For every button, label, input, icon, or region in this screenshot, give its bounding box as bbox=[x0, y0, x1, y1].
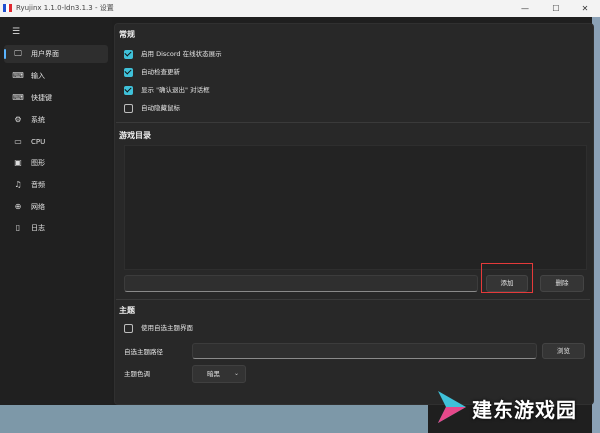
hamburger-menu-icon[interactable]: ☰ bbox=[12, 27, 22, 37]
hide-cursor-label: 自动隐藏鼠标 bbox=[141, 104, 180, 112]
section-divider bbox=[116, 299, 590, 300]
theme-color-dropdown[interactable]: 暗黑 ⌄ bbox=[192, 365, 246, 383]
sidebar-item-label: 输入 bbox=[31, 72, 45, 80]
check-updates-checkbox[interactable] bbox=[124, 68, 133, 77]
discord-presence-label: 启用 Discord 在线状态展示 bbox=[141, 50, 222, 58]
sidebar-item-graphics[interactable]: ▣ 图形 bbox=[4, 154, 108, 172]
sidebar: ☰ 🖵 用户界面 ⌨ 输入 ⌨ 快捷键 ⚙ 系统 ▭ CPU ▣ 图形 ♫ 音频… bbox=[0, 17, 112, 433]
sidebar-item-label: 音频 bbox=[31, 181, 45, 189]
maximize-button[interactable]: ☐ bbox=[541, 0, 571, 17]
cpu-icon: ▭ bbox=[14, 137, 22, 146]
general-section-title: 常规 bbox=[119, 30, 135, 39]
sidebar-item-network[interactable]: ⊕ 网络 bbox=[4, 198, 108, 216]
active-indicator bbox=[4, 49, 6, 59]
discord-presence-checkbox[interactable] bbox=[124, 50, 133, 59]
custom-theme-label: 使用自选主题界面 bbox=[141, 324, 193, 332]
check-updates-label: 自动检查更新 bbox=[141, 68, 180, 76]
game-dirs-section-title: 游戏目录 bbox=[119, 131, 151, 140]
globe-icon: ⊕ bbox=[14, 202, 22, 211]
sidebar-item-label: 用户界面 bbox=[31, 50, 59, 58]
confirm-exit-checkbox[interactable] bbox=[124, 86, 133, 95]
annotation-highlight-box bbox=[481, 263, 533, 293]
image-icon: ▣ bbox=[14, 158, 22, 167]
sidebar-item-cpu[interactable]: ▭ CPU bbox=[4, 133, 108, 151]
window-title: Ryujinx 1.1.0-ldn3.1.3 - 设置 bbox=[16, 4, 114, 12]
gamepad-icon: ⌨ bbox=[12, 71, 24, 80]
theme-section-title: 主题 bbox=[119, 306, 135, 315]
custom-theme-path-input[interactable] bbox=[192, 343, 537, 359]
close-button[interactable]: ✕ bbox=[570, 0, 600, 17]
theme-color-value: 暗黑 bbox=[207, 370, 220, 378]
sidebar-item-label: 日志 bbox=[31, 224, 45, 232]
game-dir-path-input[interactable] bbox=[124, 275, 478, 292]
sidebar-item-hotkeys[interactable]: ⌨ 快捷键 bbox=[4, 89, 108, 107]
section-divider bbox=[116, 122, 590, 123]
desktop-background bbox=[0, 405, 428, 433]
sidebar-item-label: 网络 bbox=[31, 203, 45, 211]
keyboard-icon: ⌨ bbox=[12, 93, 24, 102]
sidebar-item-label: 图形 bbox=[31, 159, 45, 167]
sidebar-item-system[interactable]: ⚙ 系统 bbox=[4, 111, 108, 129]
monitor-icon: 🖵 bbox=[14, 49, 22, 58]
game-dirs-list[interactable] bbox=[124, 145, 587, 270]
sidebar-item-label: CPU bbox=[31, 138, 46, 146]
hide-cursor-checkbox[interactable] bbox=[124, 104, 133, 113]
chevron-down-icon: ⌄ bbox=[233, 370, 239, 377]
theme-color-label: 主题色调 bbox=[124, 370, 150, 378]
title-bar: Ryujinx 1.1.0-ldn3.1.3 - 设置 — ☐ ✕ bbox=[0, 0, 600, 17]
watermark: 建东游戏园 bbox=[428, 382, 600, 433]
gear-icon: ⚙ bbox=[14, 115, 22, 124]
sidebar-item-audio[interactable]: ♫ 音频 bbox=[4, 176, 108, 194]
sidebar-item-label: 系统 bbox=[31, 116, 45, 124]
music-icon: ♫ bbox=[14, 180, 22, 189]
browse-button[interactable]: 浏览 bbox=[542, 343, 585, 359]
sidebar-item-user-interface[interactable]: 🖵 用户界面 bbox=[4, 45, 108, 63]
sidebar-item-logging[interactable]: ▯ 日志 bbox=[4, 219, 108, 237]
sidebar-item-label: 快捷键 bbox=[31, 94, 52, 102]
remove-dir-button[interactable]: 删除 bbox=[540, 275, 584, 292]
custom-theme-checkbox[interactable] bbox=[124, 324, 133, 333]
ryujinx-logo-icon bbox=[3, 4, 12, 12]
watermark-logo-icon bbox=[438, 391, 466, 423]
document-icon: ▯ bbox=[15, 223, 21, 232]
confirm-exit-label: 显示 "确认退出" 对话框 bbox=[141, 86, 210, 94]
minimize-button[interactable]: — bbox=[510, 0, 540, 17]
custom-theme-path-label: 自选主题路径 bbox=[124, 348, 163, 356]
watermark-text: 建东游戏园 bbox=[472, 398, 577, 422]
sidebar-item-input[interactable]: ⌨ 输入 bbox=[4, 67, 108, 85]
